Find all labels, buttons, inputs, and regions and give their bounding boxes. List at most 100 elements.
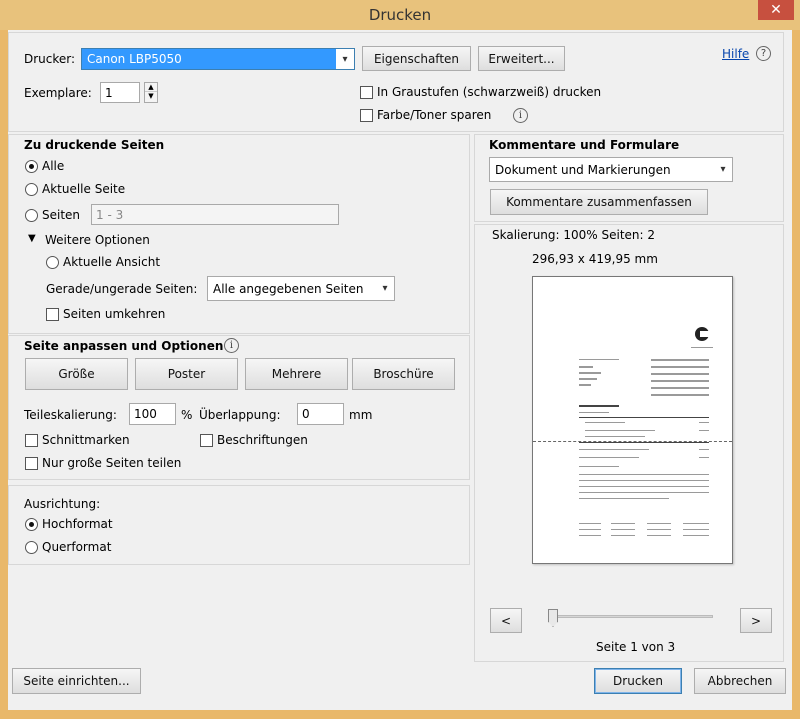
cut-marks-checkbox[interactable]: Schnittmarken <box>25 433 130 447</box>
pages-current-radio-dot[interactable] <box>25 182 38 196</box>
pages-current-radio[interactable]: Aktuelle Seite <box>25 182 125 196</box>
size-button[interactable]: Größe <box>25 358 128 390</box>
footer-column-line <box>647 529 671 530</box>
pages-all-radio-dot[interactable] <box>25 159 38 173</box>
tile-scale-label: Teileskalierung: <box>24 408 117 422</box>
footer-column-line <box>683 523 709 524</box>
summarize-comments-button[interactable]: Kommentare zusammenfassen <box>490 189 708 215</box>
info-block-line <box>651 394 709 396</box>
page-status: Seite 1 von 3 <box>596 640 676 654</box>
address-line <box>579 372 601 374</box>
document-heading <box>579 405 619 407</box>
footer-column-line <box>611 523 635 524</box>
info-icon[interactable]: i <box>513 108 528 123</box>
reverse-pages-label: Seiten umkehren <box>63 307 166 321</box>
previous-page-button[interactable]: < <box>490 608 522 633</box>
save-toner-checkbox-box[interactable] <box>360 108 373 122</box>
more-options-toggle[interactable]: Weitere Optionen <box>45 233 150 247</box>
page-dimensions: 296,93 x 419,95 mm <box>532 252 658 266</box>
overlap-label: Überlappung: <box>199 408 281 422</box>
close-button[interactable]: ✕ <box>758 0 794 20</box>
chevron-down-icon: ▾ <box>342 53 348 65</box>
chevron-down-icon: ▾ <box>382 283 388 294</box>
portrait-label: Hochformat <box>42 517 113 531</box>
portrait-radio-dot[interactable] <box>25 517 38 531</box>
spin-up-icon[interactable]: ▲ <box>145 83 157 92</box>
poster-button[interactable]: Poster <box>135 358 238 390</box>
table-row-line <box>585 422 625 423</box>
expand-triangle-icon[interactable]: ▼ <box>28 233 36 244</box>
address-line <box>579 378 597 380</box>
large-pages-only-checkbox-box[interactable] <box>25 456 38 470</box>
sizing-section-title: Seite anpassen und Optionen <box>24 339 224 353</box>
advanced-button[interactable]: Erweitert... <box>478 46 565 71</box>
help-link[interactable]: Hilfe <box>722 47 749 61</box>
page-slider-track[interactable] <box>548 615 713 618</box>
multiple-button[interactable]: Mehrere <box>245 358 348 390</box>
copies-input[interactable]: 1 <box>100 82 140 103</box>
spin-down-icon[interactable]: ▼ <box>145 92 157 101</box>
document-subheading <box>579 412 609 413</box>
page-setup-button[interactable]: Seite einrichten... <box>12 668 141 694</box>
current-view-radio-dot[interactable] <box>46 255 59 269</box>
table-rule <box>579 442 709 443</box>
save-toner-label: Farbe/Toner sparen <box>377 108 492 122</box>
tile-scale-input[interactable]: 100 <box>129 403 176 425</box>
body-amount <box>699 457 709 458</box>
percent-label: % <box>181 408 193 422</box>
footer-column-line <box>579 535 601 536</box>
landscape-radio[interactable]: Querformat <box>25 540 111 554</box>
large-pages-only-checkbox[interactable]: Nur große Seiten teilen <box>25 456 181 470</box>
comments-select[interactable]: Dokument und Markierungen ▾ <box>489 157 733 182</box>
landscape-label: Querformat <box>42 540 112 554</box>
reverse-pages-checkbox[interactable]: Seiten umkehren <box>46 307 165 321</box>
grayscale-label: In Graustufen (schwarzweiß) drucken <box>377 85 602 99</box>
properties-button[interactable]: Eigenschaften <box>362 46 471 71</box>
dialog-client-area: Drucker: Canon LBP5050 ▾ Eigenschaften E… <box>8 30 792 710</box>
current-view-radio[interactable]: Aktuelle Ansicht <box>46 255 160 269</box>
cut-marks-checkbox-box[interactable] <box>25 433 38 447</box>
large-pages-only-label: Nur große Seiten teilen <box>42 456 182 470</box>
print-button[interactable]: Drucken <box>594 668 682 694</box>
address-line <box>579 384 591 386</box>
copies-label: Exemplare: <box>24 86 92 100</box>
pages-range-radio[interactable]: Seiten <box>25 208 80 222</box>
paragraph-line <box>579 498 669 499</box>
page-break-line <box>533 441 732 442</box>
info-icon[interactable]: i <box>224 338 239 353</box>
printer-select[interactable]: Canon LBP5050 ▾ <box>81 48 355 70</box>
copies-stepper[interactable]: ▲ ▼ <box>144 82 158 103</box>
footer-column-line <box>647 523 671 524</box>
pages-range-input[interactable]: 1 - 3 <box>91 204 339 225</box>
save-toner-checkbox[interactable]: Farbe/Toner sparen <box>360 108 491 122</box>
table-row-amount <box>699 422 709 423</box>
odd-even-select[interactable]: Alle angegebenen Seiten ▾ <box>207 276 395 301</box>
orientation-title: Ausrichtung: <box>24 497 101 511</box>
odd-even-select-value: Alle angegebenen Seiten <box>213 281 364 296</box>
question-icon[interactable]: ? <box>756 46 771 61</box>
paragraph-line <box>579 480 709 481</box>
footer-column-line <box>611 529 635 530</box>
landscape-radio-dot[interactable] <box>25 540 38 554</box>
labels-checkbox[interactable]: Beschriftungen <box>200 433 308 447</box>
comments-select-value: Dokument und Markierungen <box>495 162 671 177</box>
pages-range-label: Seiten <box>42 208 81 222</box>
pages-range-radio-dot[interactable] <box>25 208 38 222</box>
reverse-pages-checkbox-box[interactable] <box>46 307 59 321</box>
sender-line <box>579 359 619 360</box>
paragraph-line <box>579 474 709 475</box>
cancel-button[interactable]: Abbrechen <box>694 668 786 694</box>
grayscale-checkbox-box[interactable] <box>360 85 373 99</box>
portrait-radio[interactable]: Hochformat <box>25 517 113 531</box>
grayscale-checkbox[interactable]: In Graustufen (schwarzweiß) drucken <box>360 85 601 99</box>
body-line <box>579 449 649 450</box>
next-page-button[interactable]: > <box>740 608 772 633</box>
comments-section-title: Kommentare und Formulare <box>489 138 680 152</box>
overlap-input[interactable]: 0 <box>297 403 344 425</box>
booklet-button[interactable]: Broschüre <box>352 358 455 390</box>
pages-all-radio[interactable]: Alle <box>25 159 64 173</box>
scaling-info: Skalierung: 100% Seiten: 2 <box>492 228 656 242</box>
cut-marks-label: Schnittmarken <box>42 433 130 447</box>
labels-checkbox-box[interactable] <box>200 433 213 447</box>
table-row-line <box>585 436 645 437</box>
